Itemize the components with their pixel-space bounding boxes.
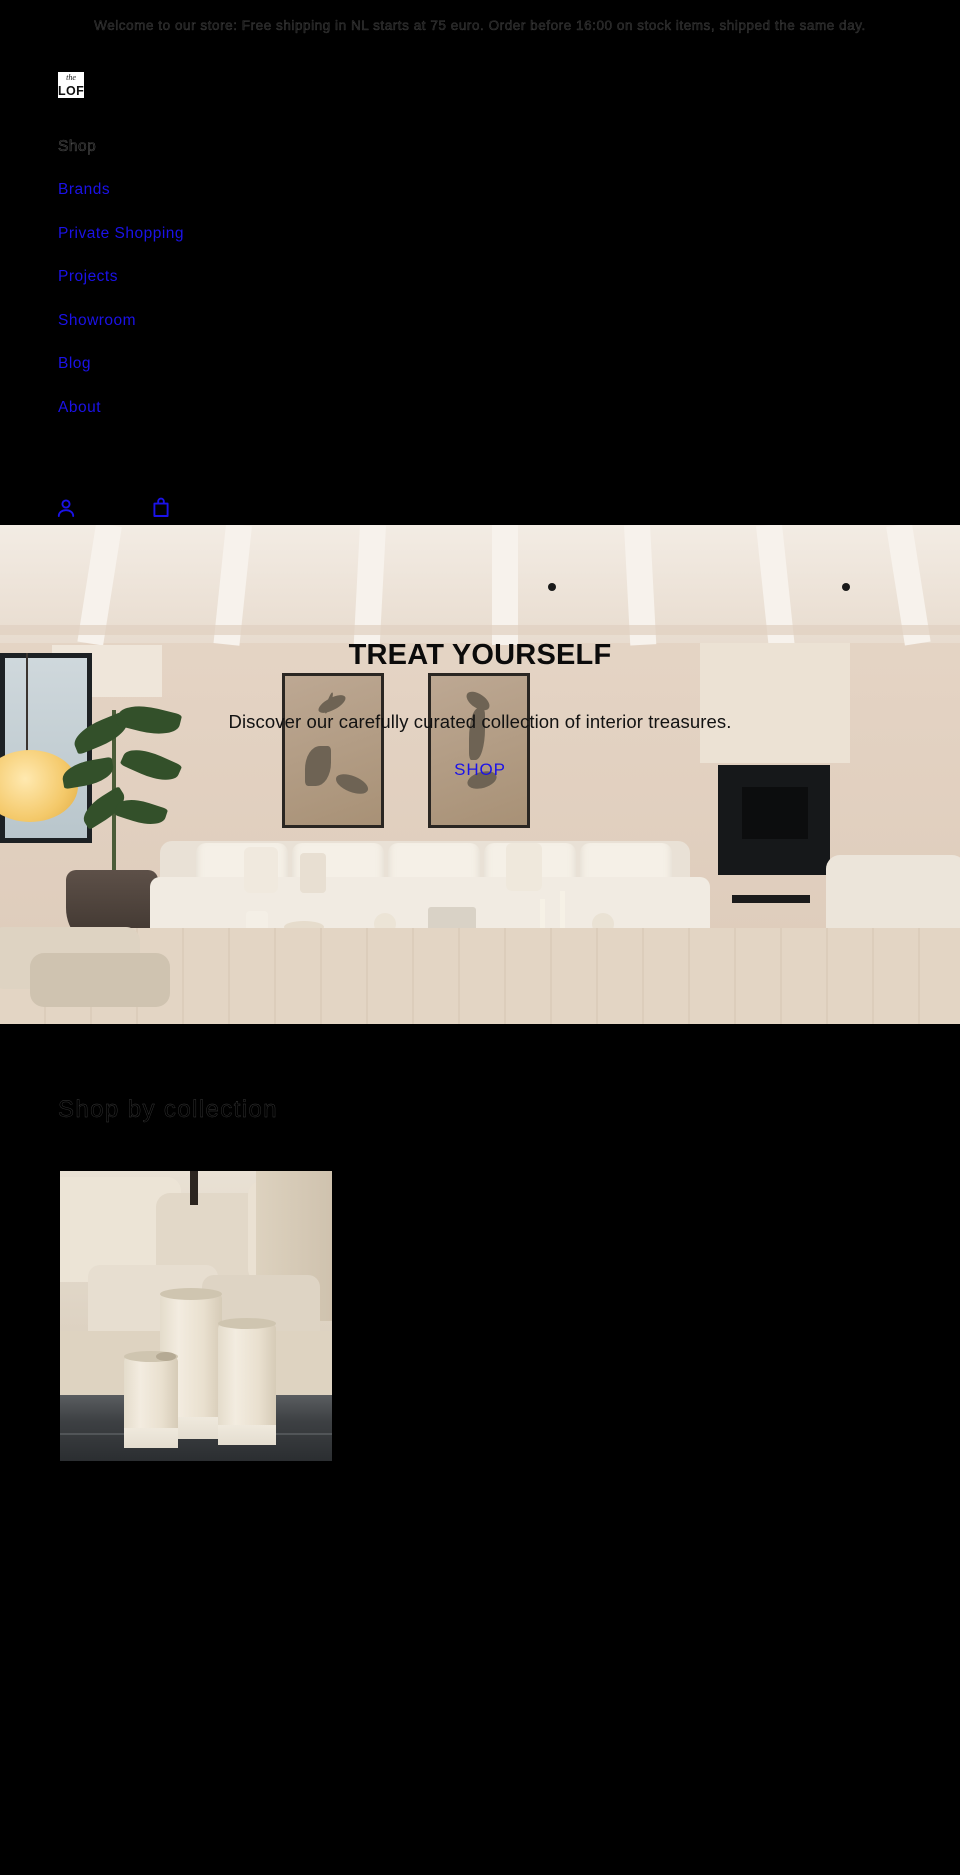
collection-card-image xyxy=(60,1170,332,1461)
account-icon[interactable] xyxy=(54,496,78,520)
cart-icon[interactable] xyxy=(149,496,173,520)
announcement-text: Welcome to our store: Free shipping in N… xyxy=(94,18,866,33)
collection-section: Shop by collection xyxy=(0,1024,960,1461)
announcement-bar: Welcome to our store: Free shipping in N… xyxy=(0,0,960,54)
site-header: the LOFT Shop Brands Private Shopping Pr… xyxy=(0,53,960,526)
logo-text-the: the xyxy=(66,72,76,82)
nav-item-private-shopping[interactable]: Private Shopping xyxy=(58,212,184,256)
nav-item-about[interactable]: About xyxy=(58,386,101,430)
nav-item-showroom[interactable]: Showroom xyxy=(58,299,136,343)
collection-heading: Shop by collection xyxy=(58,1096,278,1124)
hero-content: TREAT YOURSELF Discover our carefully cu… xyxy=(0,525,960,1024)
nav-item-projects[interactable]: Projects xyxy=(58,255,118,299)
collection-card[interactable] xyxy=(60,1170,332,1461)
hero-shop-button[interactable]: SHOP xyxy=(454,760,506,780)
main-navigation: Shop Brands Private Shopping Projects Sh… xyxy=(0,111,960,430)
nav-item-blog[interactable]: Blog xyxy=(58,342,91,386)
hero-subtitle: Discover our carefully curated collectio… xyxy=(228,710,732,732)
nav-item-brands[interactable]: Brands xyxy=(58,168,110,212)
header-actions xyxy=(0,429,960,525)
nav-item-shop[interactable]: Shop xyxy=(58,125,96,169)
logo-text-loft: LOFT xyxy=(58,83,84,98)
hero-banner: TREAT YOURSELF Discover our carefully cu… xyxy=(0,525,960,1025)
collection-grid xyxy=(0,1125,960,1461)
hero-title: TREAT YOURSELF xyxy=(348,639,612,672)
site-logo[interactable]: the LOFT xyxy=(58,71,84,98)
logo-row: the LOFT xyxy=(0,54,960,111)
